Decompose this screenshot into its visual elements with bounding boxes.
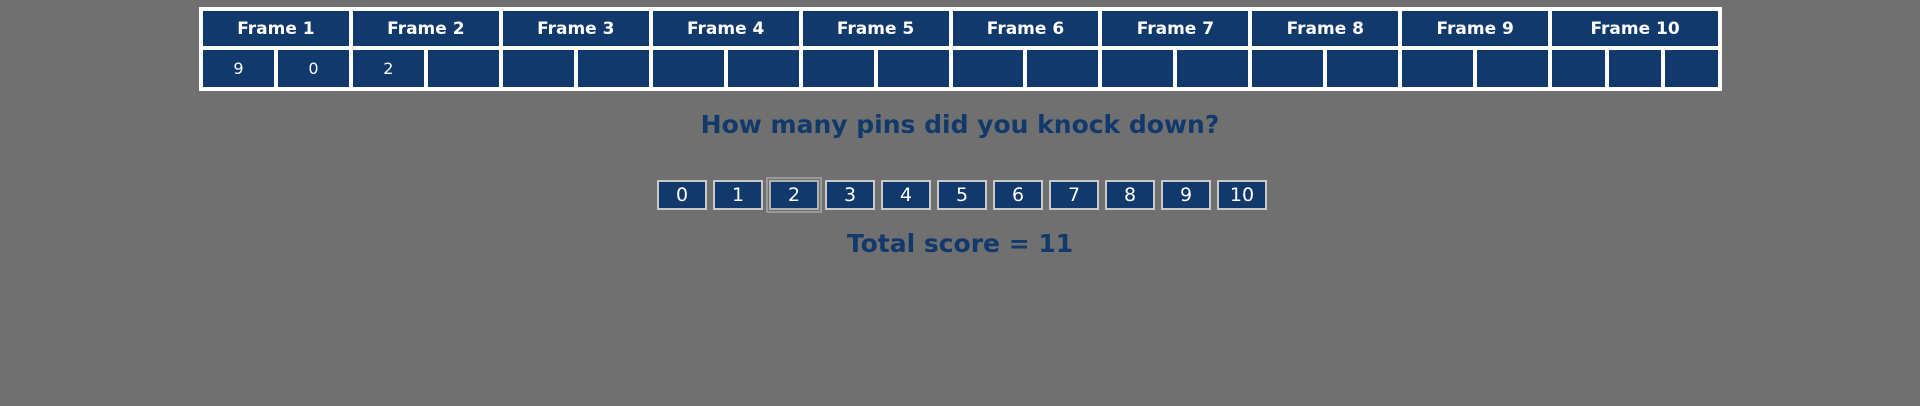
frame-rolls [1402,50,1549,87]
roll-cell [1552,50,1605,87]
frame-8: Frame 8 [1252,11,1399,87]
frame-rolls: 2 [352,50,499,87]
frame-7: Frame 7 [1102,11,1249,87]
roll-cell [802,50,874,87]
frame-header: Frame 3 [502,11,649,46]
roll-cell [1402,50,1474,87]
frame-header: Frame 1 [203,11,349,46]
frame-header: Frame 4 [652,11,799,46]
scoreboard: Frame 1 9 0 Frame 2 2 Frame 3 Frame 4 Fr… [199,7,1722,91]
roll-cell [427,50,499,87]
frame-header: Frame 10 [1552,11,1719,46]
roll-cell [952,50,1024,87]
frame-rolls [1552,50,1719,87]
pins-3-button[interactable]: 3 [825,180,875,210]
frame-9: Frame 9 [1402,11,1549,87]
frames-row: Frame 1 9 0 Frame 2 2 Frame 3 Frame 4 Fr… [203,11,1719,87]
frame-rolls [1102,50,1249,87]
frame-6: Frame 6 [952,11,1099,87]
pins-8-button[interactable]: 8 [1105,180,1155,210]
frame-10: Frame 10 [1552,11,1719,87]
pins-7-button[interactable]: 7 [1049,180,1099,210]
pins-5-button[interactable]: 5 [937,180,987,210]
roll-cell [1608,50,1662,87]
pins-2-button[interactable]: 2 [766,177,822,213]
pins-6-button[interactable]: 6 [993,180,1043,210]
roll-cell [1252,50,1324,87]
total-score: Total score = 11 [846,229,1074,258]
frame-4: Frame 4 [652,11,799,87]
frame-header: Frame 2 [352,11,499,46]
roll-cell: 9 [203,50,274,87]
roll-cell [1027,50,1099,87]
frame-rolls [502,50,649,87]
frame-header: Frame 9 [1402,11,1549,46]
frame-rolls [952,50,1099,87]
frame-header: Frame 6 [952,11,1099,46]
pins-9-button[interactable]: 9 [1161,180,1211,210]
pin-buttons: 0 1 2 3 4 5 6 7 8 9 10 [657,177,1267,213]
roll-cell [502,50,574,87]
frame-3: Frame 3 [502,11,649,87]
pins-question: How many pins did you knock down? [700,110,1220,139]
frame-1: Frame 1 9 0 [203,11,349,87]
roll-cell [877,50,949,87]
frame-5: Frame 5 [802,11,949,87]
frame-2: Frame 2 2 [352,11,499,87]
pins-10-button[interactable]: 10 [1217,180,1267,210]
roll-cell [1477,50,1549,87]
frame-rolls: 9 0 [203,50,349,87]
roll-cell: 2 [352,50,424,87]
roll-cell [652,50,724,87]
roll-cell [1327,50,1399,87]
frame-rolls [652,50,799,87]
roll-cell [1665,50,1719,87]
frame-rolls [802,50,949,87]
pins-0-button[interactable]: 0 [657,180,707,210]
roll-cell [727,50,799,87]
roll-cell [1177,50,1249,87]
roll-cell [577,50,649,87]
frame-header: Frame 8 [1252,11,1399,46]
roll-cell: 0 [277,50,349,87]
frame-header: Frame 5 [802,11,949,46]
pins-1-button[interactable]: 1 [713,180,763,210]
pins-4-button[interactable]: 4 [881,180,931,210]
frame-rolls [1252,50,1399,87]
frame-header: Frame 7 [1102,11,1249,46]
roll-cell [1102,50,1174,87]
